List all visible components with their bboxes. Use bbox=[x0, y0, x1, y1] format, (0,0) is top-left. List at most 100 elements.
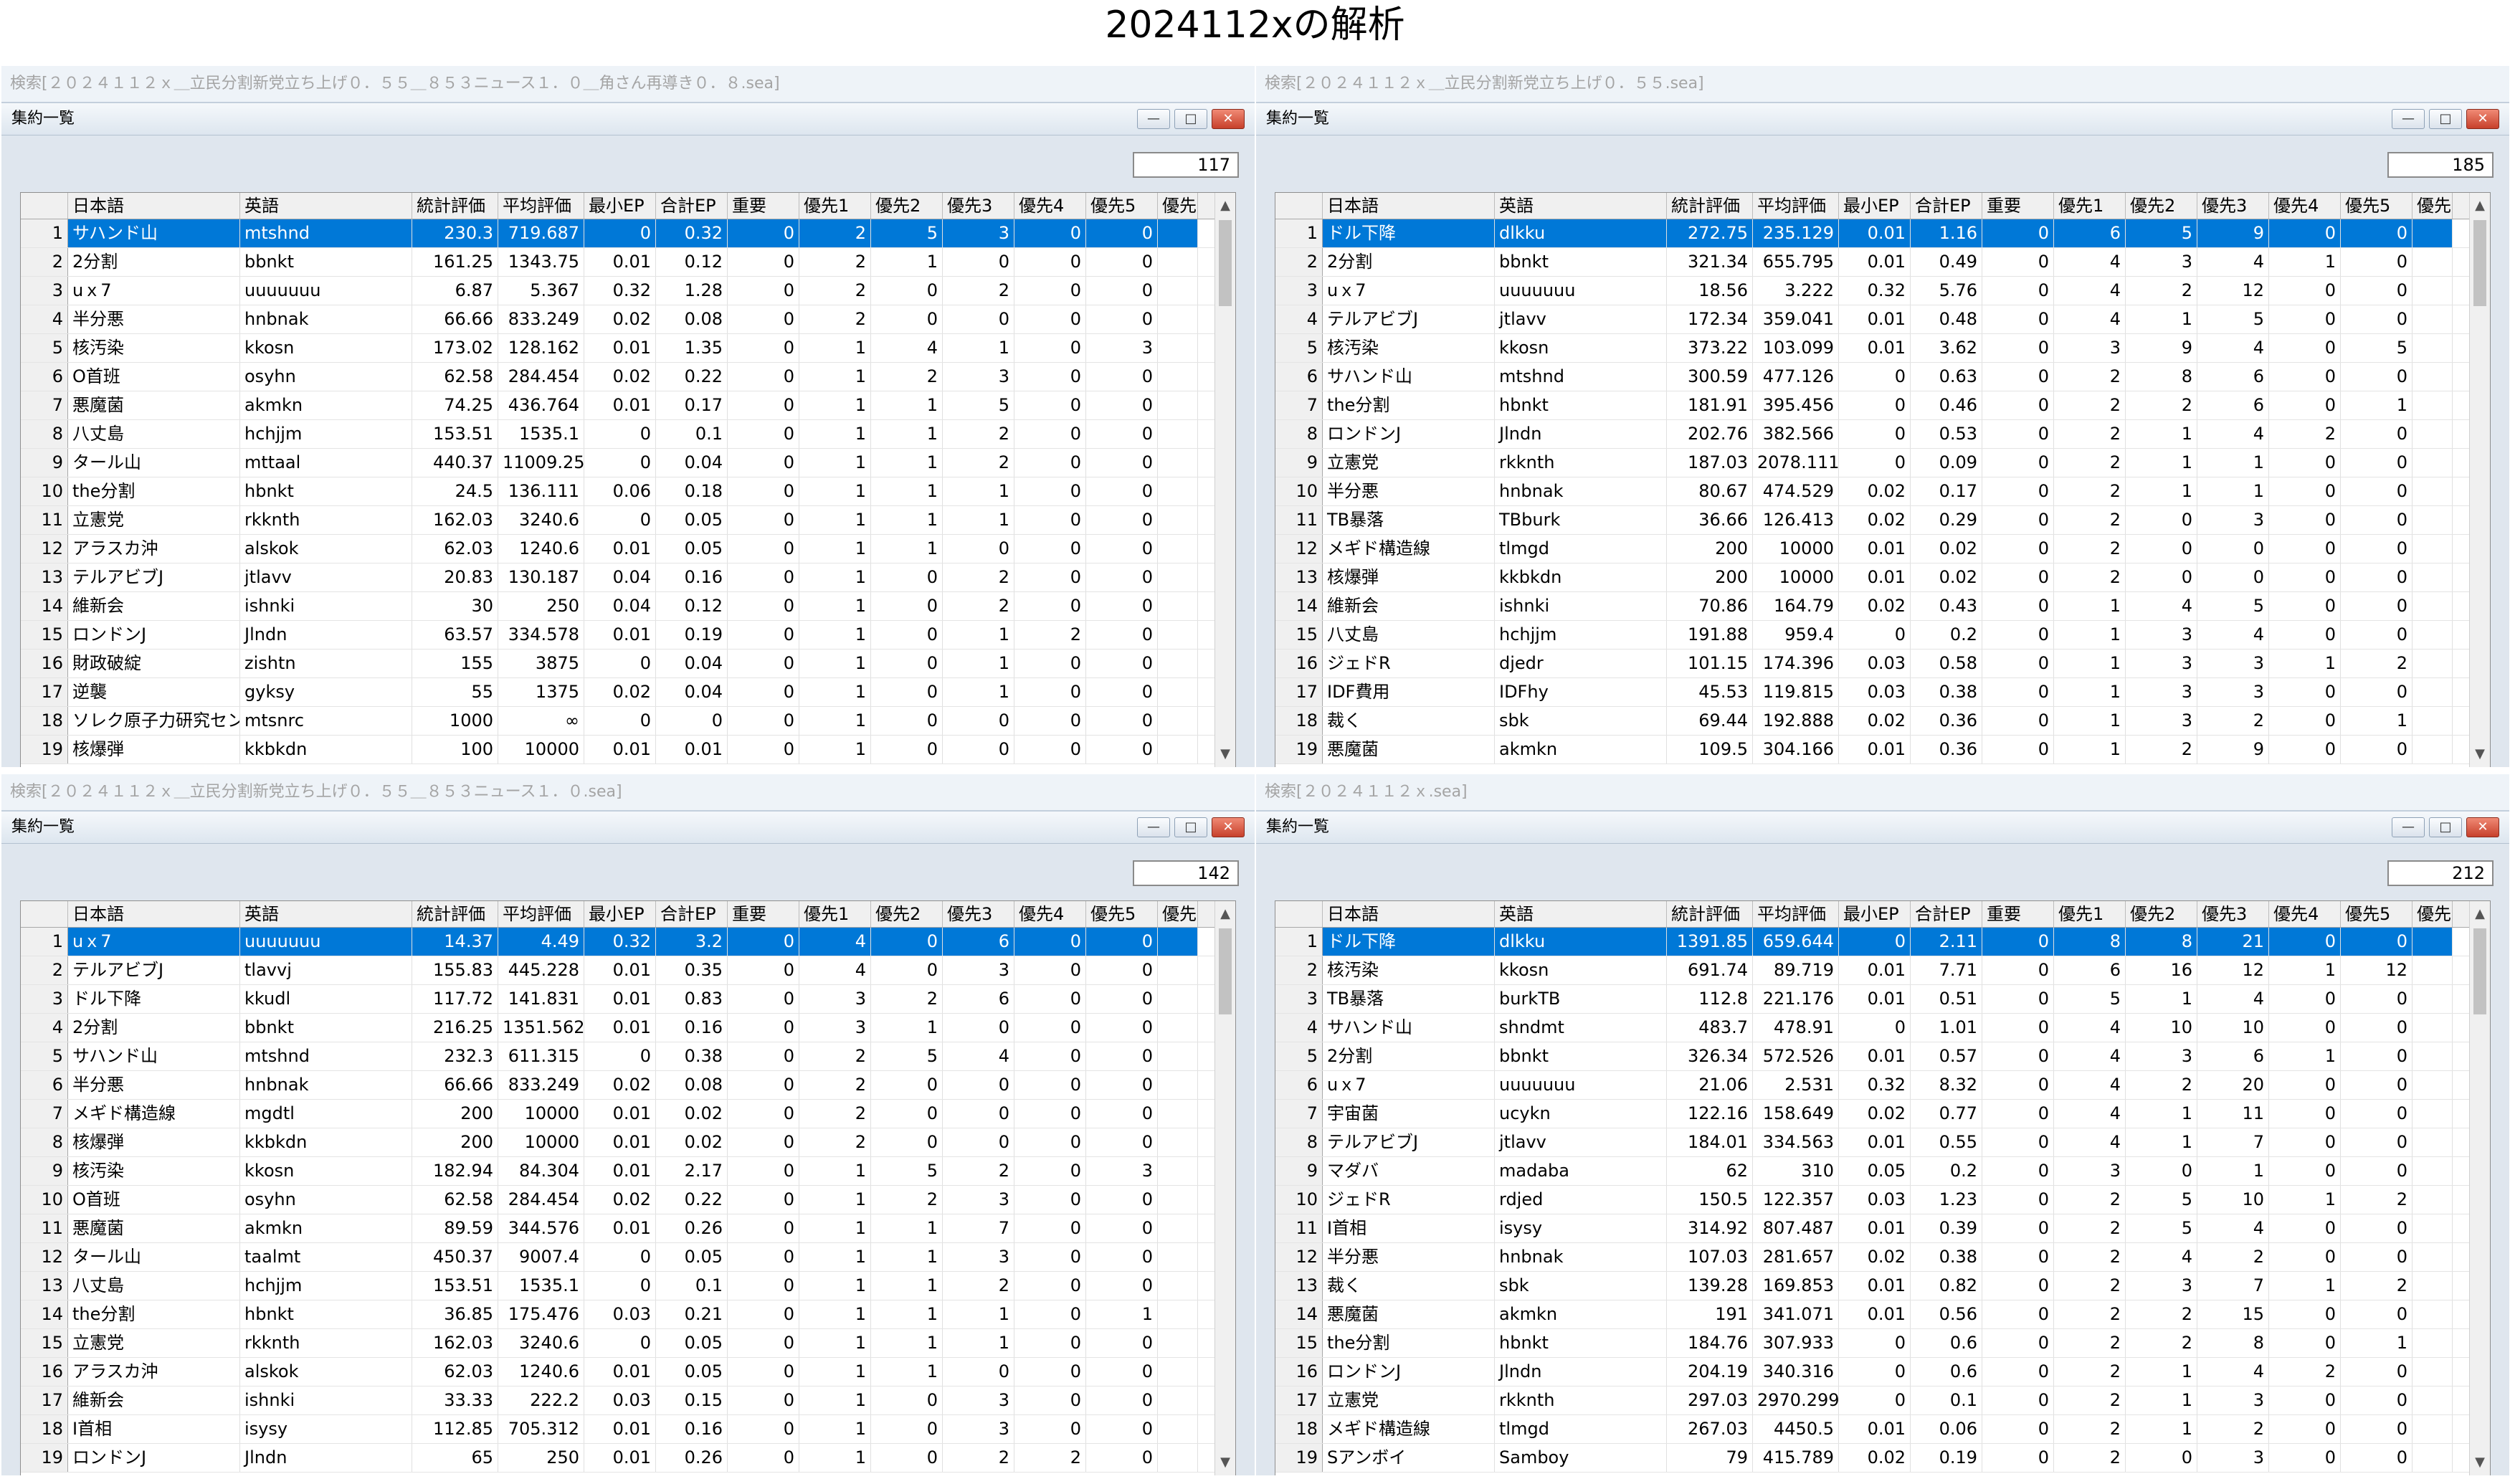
table-row[interactable]: 15 the分割 hbnkt 184.76 307.933 0 0.6 0 2 2 8 0 1 bbox=[1275, 1329, 2470, 1358]
column-header[interactable]: 平均評価 bbox=[498, 193, 584, 219]
column-header[interactable]: 合計EP bbox=[1911, 901, 1982, 927]
column-header[interactable]: 優先 bbox=[1158, 193, 1198, 219]
column-header[interactable]: 英語 bbox=[1495, 193, 1667, 219]
table-row[interactable]: 19 ロンドンJ Jlndn 65 250 0.01 0.26 0 1 0 2 2 0 bbox=[21, 1444, 1215, 1473]
column-header[interactable]: 最小EP bbox=[1839, 193, 1911, 219]
table-row[interactable]: 5 サハンド山 mtshnd 232.3 611.315 0 0.38 0 2 5 4 0 0 bbox=[21, 1042, 1215, 1071]
column-header[interactable]: 合計EP bbox=[1911, 193, 1982, 219]
table-row[interactable]: 18 メギド構造線 tlmgd 267.03 4450.5 0.01 0.06 0 2 1 2 0 0 bbox=[1275, 1415, 2470, 1444]
table-row[interactable]: 7 宇宙菌 ucykn 122.16 158.649 0.02 0.77 0 4 1 11 0 0 bbox=[1275, 1100, 2470, 1128]
results-grid[interactable]: 日本語 英語 統計評価 平均評価 最小EP 合計EP 重要 優先1 優先2 優先3 優先4 優先5 優先… bbox=[20, 192, 1236, 767]
close-button[interactable]: ✕ bbox=[2466, 817, 2499, 837]
scroll-down-icon[interactable]: ▼ bbox=[1215, 1452, 1235, 1473]
results-grid[interactable]: 日本語 英語 統計評価 平均評価 最小EP 合計EP 重要 優先1 優先2 優先3 優先4 優先5 優先… bbox=[1275, 900, 2491, 1475]
column-header[interactable]: 平均評価 bbox=[498, 901, 584, 927]
table-row[interactable]: 16 アラスカ沖 alskok 62.03 1240.6 0.01 0.05 0 1 1 0 0 0 bbox=[21, 1358, 1215, 1387]
column-header[interactable]: 重要 bbox=[1982, 901, 2054, 927]
column-header[interactable]: 平均評価 bbox=[1753, 901, 1839, 927]
table-row[interactable]: 2 テルアビブJ tlavvj 155.83 445.228 0.01 0.35 0 4 0 3 0 0 bbox=[21, 956, 1215, 985]
column-header[interactable]: 英語 bbox=[240, 901, 412, 927]
table-row[interactable]: 9 タール山 mttaal 440.37 11009.25 0 0.04 0 1 1 2 0 0 bbox=[21, 449, 1215, 477]
table-row[interactable]: 12 メギド構造線 tlmgd 200 10000 0.01 0.02 0 2 0 0 0 0 bbox=[1275, 535, 2470, 563]
column-header[interactable]: 英語 bbox=[240, 193, 412, 219]
column-header[interactable]: 優先5 bbox=[1086, 193, 1158, 219]
table-row[interactable]: 5 核汚染 kkosn 373.22 103.099 0.01 3.62 0 3 9 4 0 5 bbox=[1275, 334, 2470, 363]
column-header[interactable]: 優先5 bbox=[2341, 901, 2412, 927]
table-row[interactable]: 2 2分割 bbnkt 161.25 1343.75 0.01 0.12 0 2 1 0 0 0 bbox=[21, 248, 1215, 277]
table-row[interactable]: 10 the分割 hbnkt 24.5 136.111 0.06 0.18 0 1 1 1 0 0 bbox=[21, 477, 1215, 506]
column-header[interactable]: 優先 bbox=[2412, 193, 2453, 219]
search-query-bar[interactable]: 検索[２０２４１１２ｘ＿立民分割新党立ち上げ０．５５.sea] bbox=[1256, 66, 2509, 103]
column-header[interactable]: 優先3 bbox=[2197, 193, 2269, 219]
table-row[interactable]: 17 逆襲 gyksy 55 1375 0.02 0.04 0 1 0 1 0 0 bbox=[21, 678, 1215, 707]
table-row[interactable]: 6 半分悪 hnbnak 66.66 833.249 0.02 0.08 0 2 0 0 0 0 bbox=[21, 1071, 1215, 1100]
table-row[interactable]: 12 半分悪 hnbnak 107.03 281.657 0.02 0.38 0 2 4 2 0 0 bbox=[1275, 1243, 2470, 1272]
table-row[interactable]: 11 立憲党 rkknth 162.03 3240.6 0 0.05 0 1 1 1 0 0 bbox=[21, 506, 1215, 535]
column-header[interactable]: 優先4 bbox=[2269, 193, 2341, 219]
maximize-button[interactable]: □ bbox=[2429, 817, 2462, 837]
column-header[interactable]: 優先1 bbox=[799, 193, 871, 219]
maximize-button[interactable]: □ bbox=[1174, 817, 1207, 837]
table-row[interactable]: 10 ジェドR rdjed 150.5 122.357 0.03 1.23 0 2 5 10 1 2 bbox=[1275, 1186, 2470, 1214]
table-row[interactable]: 5 2分割 bbnkt 326.34 572.526 0.01 0.57 0 4 3 6 1 0 bbox=[1275, 1042, 2470, 1071]
scroll-down-icon[interactable]: ▼ bbox=[2470, 744, 2490, 764]
column-header[interactable]: 優先2 bbox=[2126, 193, 2197, 219]
column-header[interactable]: 日本語 bbox=[68, 193, 240, 219]
results-grid[interactable]: 日本語 英語 統計評価 平均評価 最小EP 合計EP 重要 優先1 優先2 優先3 優先4 優先5 優先… bbox=[1275, 192, 2491, 767]
close-button[interactable]: ✕ bbox=[1212, 817, 1245, 837]
scroll-up-icon[interactable]: ▲ bbox=[2470, 904, 2490, 924]
table-row[interactable]: 12 タール山 taalmt 450.37 9007.4 0 0.05 0 1 1 3 0 0 bbox=[21, 1243, 1215, 1272]
search-query-bar[interactable]: 検索[２０２４１１２ｘ.sea] bbox=[1256, 774, 2509, 812]
table-row[interactable]: 15 八丈島 hchjjm 191.88 959.4 0 0.2 0 1 3 4 0 0 bbox=[1275, 621, 2470, 650]
table-row[interactable]: 19 核爆弾 kkbkdn 100 10000 0.01 0.01 0 1 0 0 0 0 bbox=[21, 736, 1215, 764]
table-row[interactable]: 13 核爆弾 kkbkdn 200 10000 0.01 0.02 0 2 0 0 0 0 bbox=[1275, 563, 2470, 592]
column-header[interactable]: 合計EP bbox=[656, 193, 728, 219]
column-header[interactable]: 優先2 bbox=[871, 193, 943, 219]
table-row[interactable]: 18 裁く sbk 69.44 192.888 0.02 0.36 0 1 3 2 0 1 bbox=[1275, 707, 2470, 736]
table-row[interactable]: 13 テルアビブJ jtlavv 20.83 130.187 0.04 0.16 0 1 0 2 0 0 bbox=[21, 563, 1215, 592]
scroll-thumb[interactable] bbox=[1219, 220, 1232, 306]
table-row[interactable]: 18 I首相 isysy 112.85 705.312 0.01 0.16 0 1 0 3 0 0 bbox=[21, 1415, 1215, 1444]
column-header[interactable]: 優先4 bbox=[2269, 901, 2341, 927]
table-row[interactable]: 18 ソレク原子力研究セン mtsnrc 1000 ∞ 0 0 0 1 0 0 0 0 bbox=[21, 707, 1215, 736]
column-header[interactable]: 優先2 bbox=[871, 901, 943, 927]
table-row[interactable]: 7 悪魔菌 akmkn 74.25 436.764 0.01 0.17 0 1 1 5 0 0 bbox=[21, 391, 1215, 420]
column-header[interactable]: 優先4 bbox=[1014, 193, 1086, 219]
column-header[interactable]: 英語 bbox=[1495, 901, 1667, 927]
table-row[interactable]: 1 ドル下降 dlkku 272.75 235.129 0.01 1.16 0 6 5 9 0 0 bbox=[1275, 219, 2470, 248]
table-row[interactable]: 17 IDF費用 IDFhy 45.53 119.815 0.03 0.38 0 1 3 3 0 0 bbox=[1275, 678, 2470, 707]
close-button[interactable]: ✕ bbox=[1212, 109, 1245, 129]
table-row[interactable]: 16 ロンドンJ Jlndn 204.19 340.316 0 0.6 0 2 1 4 2 0 bbox=[1275, 1358, 2470, 1387]
table-row[interactable]: 2 2分割 bbnkt 321.34 655.795 0.01 0.49 0 4 3 4 1 0 bbox=[1275, 248, 2470, 277]
column-header[interactable]: 日本語 bbox=[68, 901, 240, 927]
table-row[interactable]: 4 半分悪 hnbnak 66.66 833.249 0.02 0.08 0 2 0 0 0 0 bbox=[21, 305, 1215, 334]
vertical-scrollbar[interactable]: ▲ ▼ bbox=[1214, 901, 1235, 1475]
table-row[interactable]: 3 uｘ7 uuuuuuu 18.56 3.222 0.32 5.76 0 4 2 12 0 0 bbox=[1275, 277, 2470, 305]
table-row[interactable]: 15 立憲党 rkknth 162.03 3240.6 0 0.05 0 1 1 1 0 0 bbox=[21, 1329, 1215, 1358]
column-header[interactable]: 優先5 bbox=[1086, 901, 1158, 927]
table-row[interactable]: 9 核汚染 kkosn 182.94 84.304 0.01 2.17 0 1 5 2 0 3 bbox=[21, 1157, 1215, 1186]
table-row[interactable]: 8 核爆弾 kkbkdn 200 10000 0.01 0.02 0 2 0 0 0 0 bbox=[21, 1128, 1215, 1157]
column-header[interactable]: 優先1 bbox=[2054, 901, 2126, 927]
table-row[interactable]: 19 悪魔菌 akmkn 109.5 304.166 0.01 0.36 0 1 2 9 0 0 bbox=[1275, 736, 2470, 764]
table-row[interactable]: 14 the分割 hbnkt 36.85 175.476 0.03 0.21 0 1 1 1 0 1 bbox=[21, 1300, 1215, 1329]
table-row[interactable]: 11 悪魔菌 akmkn 89.59 344.576 0.01 0.26 0 1 1 7 0 0 bbox=[21, 1214, 1215, 1243]
column-header[interactable]: 優先3 bbox=[943, 901, 1014, 927]
column-header[interactable]: 統計評価 bbox=[412, 901, 498, 927]
table-row[interactable]: 3 TB暴落 burkTB 112.8 221.176 0.01 0.51 0 5 1 4 0 0 bbox=[1275, 985, 2470, 1014]
column-header[interactable]: 統計評価 bbox=[1667, 193, 1753, 219]
table-row[interactable]: 1 ドル下降 dlkku 1391.85 659.644 0 2.11 0 8 8 21 0 0 bbox=[1275, 928, 2470, 956]
table-row[interactable]: 11 TB暴落 TBburk 36.66 126.413 0.02 0.29 0 2 0 3 0 0 bbox=[1275, 506, 2470, 535]
table-row[interactable]: 5 核汚染 kkosn 173.02 128.162 0.01 1.35 0 1 4 1 0 3 bbox=[21, 334, 1215, 363]
table-row[interactable]: 9 立憲党 rkknth 187.03 2078.111 0 0.09 0 2 1 1 0 0 bbox=[1275, 449, 2470, 477]
column-header[interactable]: 重要 bbox=[728, 901, 799, 927]
column-header[interactable]: 合計EP bbox=[656, 901, 728, 927]
minimize-button[interactable]: — bbox=[2392, 817, 2425, 837]
table-row[interactable]: 8 テルアビブJ jtlavv 184.01 334.563 0.01 0.55 0 4 1 7 0 0 bbox=[1275, 1128, 2470, 1157]
scroll-up-icon[interactable]: ▲ bbox=[1215, 904, 1235, 924]
column-header[interactable]: 重要 bbox=[728, 193, 799, 219]
minimize-button[interactable]: — bbox=[2392, 109, 2425, 129]
scroll-thumb[interactable] bbox=[2473, 220, 2486, 306]
table-row[interactable]: 10 O首班 osyhn 62.58 284.454 0.02 0.22 0 1 2 3 0 0 bbox=[21, 1186, 1215, 1214]
minimize-button[interactable]: — bbox=[1137, 109, 1170, 129]
